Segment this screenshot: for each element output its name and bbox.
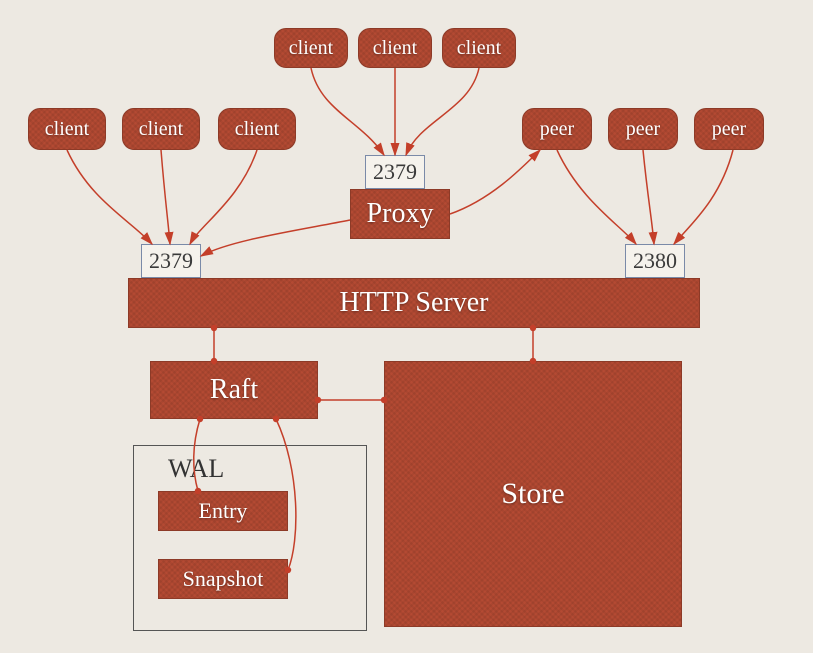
client-left-1: client bbox=[28, 108, 106, 150]
client-top-1: client bbox=[274, 28, 348, 68]
client-left-2: client bbox=[122, 108, 200, 150]
proxy-box: Proxy bbox=[350, 189, 450, 239]
client-top-2: client bbox=[358, 28, 432, 68]
snapshot-box: Snapshot bbox=[158, 559, 288, 599]
store-box: Store bbox=[384, 361, 682, 627]
client-top-3: client bbox=[442, 28, 516, 68]
port-http-right: 2380 bbox=[625, 244, 685, 278]
http-server-box: HTTP Server bbox=[128, 278, 700, 328]
peer-1: peer bbox=[522, 108, 592, 150]
port-proxy: 2379 bbox=[365, 155, 425, 189]
peer-3: peer bbox=[694, 108, 764, 150]
client-left-3: client bbox=[218, 108, 296, 150]
port-http-left: 2379 bbox=[141, 244, 201, 278]
wal-title: WAL bbox=[168, 454, 224, 484]
raft-box: Raft bbox=[150, 361, 318, 419]
entry-box: Entry bbox=[158, 491, 288, 531]
peer-2: peer bbox=[608, 108, 678, 150]
